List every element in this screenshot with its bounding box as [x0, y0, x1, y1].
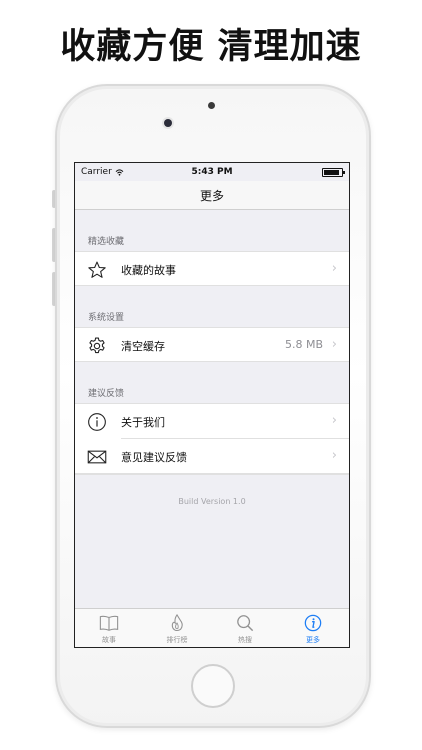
flame-icon [171, 614, 183, 632]
row-feedback[interactable]: 意见建议反馈 › [75, 439, 349, 474]
book-icon [99, 615, 119, 631]
status-time: 5:43 PM [191, 167, 233, 177]
tab-label: 故事 [102, 636, 116, 644]
chevron-right-icon: › [331, 413, 337, 428]
tab-label: 热搜 [238, 636, 252, 644]
cache-size-value: 5.8 MB [284, 338, 323, 351]
tab-hot-search[interactable]: 热搜 [211, 609, 279, 647]
status-bar: Carrier 5:43 PM [75, 163, 349, 181]
tab-bar: 故事 排行榜 热搜 更多 [75, 608, 349, 647]
phone-screen: Carrier 5:43 PM 更多 精选收藏 收藏的故事 › 系统设置 清空缓… [74, 162, 350, 648]
battery-icon [322, 168, 345, 177]
section-header-settings: 系统设置 [88, 313, 125, 323]
tab-more[interactable]: 更多 [279, 609, 347, 647]
envelope-icon [87, 450, 107, 464]
tab-stories[interactable]: 故事 [75, 609, 143, 647]
navigation-bar: 更多 [75, 181, 349, 210]
row-about-us[interactable]: 关于我们 › [75, 403, 349, 438]
tab-label: 排行榜 [166, 636, 188, 644]
section-header-feedback: 建议反馈 [88, 389, 125, 399]
star-icon [88, 261, 106, 278]
section-header-favorites: 精选收藏 [88, 237, 125, 247]
row-favorite-stories[interactable]: 收藏的故事 › [75, 251, 349, 286]
row-label: 意见建议反馈 [121, 451, 187, 464]
chevron-right-icon: › [331, 337, 337, 352]
gear-icon [89, 337, 105, 354]
row-clear-cache[interactable]: 清空缓存 5.8 MB › [75, 327, 349, 362]
row-label: 清空缓存 [121, 340, 165, 353]
info-icon [88, 413, 106, 431]
front-camera [164, 119, 172, 127]
row-label: 收藏的故事 [121, 264, 176, 277]
tab-label: 更多 [306, 636, 320, 644]
earpiece-speaker [208, 102, 215, 109]
info-circle-icon [304, 614, 322, 632]
build-version-text: Build Version 1.0 [178, 497, 246, 506]
tab-rankings[interactable]: 排行榜 [143, 609, 211, 647]
promo-headline: 收藏方便 清理加速 [60, 27, 362, 67]
nav-title: 更多 [199, 189, 224, 203]
row-label: 关于我们 [121, 416, 165, 429]
chevron-right-icon: › [331, 448, 337, 463]
search-icon [237, 615, 254, 632]
home-button[interactable] [191, 664, 235, 708]
chevron-right-icon: › [331, 261, 337, 276]
